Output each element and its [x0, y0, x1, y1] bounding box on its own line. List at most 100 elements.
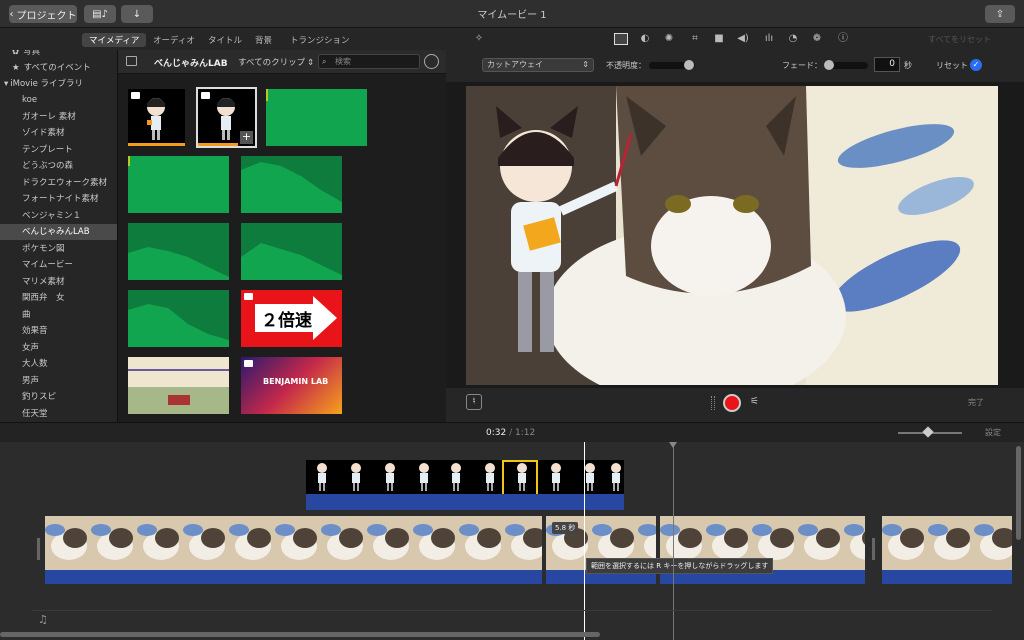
sidebar-item-11[interactable]: マリメ素材: [0, 274, 117, 290]
clip-audio-6[interactable]: [128, 290, 229, 347]
overlay-mode-select[interactable]: カットアウェイ ⇕: [482, 58, 594, 72]
media-tabs: マイメディア オーディオ タイトル 背景 トランジション: [0, 28, 446, 50]
sidebar-item-4[interactable]: どうぶつの森: [0, 158, 117, 174]
share-button[interactable]: ⇪: [985, 5, 1015, 23]
seconds-unit: 秒: [904, 61, 912, 70]
video-preview[interactable]: [466, 86, 998, 385]
crop-icon[interactable]: ⌗: [688, 33, 702, 45]
tab-audio[interactable]: オーディオ: [146, 33, 202, 47]
film-music-icon: ▤♪: [92, 8, 108, 20]
reset-all-button[interactable]: すべてをリセット: [928, 34, 991, 45]
equalizer-icon[interactable]: ılı: [762, 33, 776, 45]
range-select-tooltip: 範囲を選択するには R キーを押しながらドラッグします: [586, 558, 774, 574]
timeline: 5.8 秒 範囲を選択するには R キーを押しながらドラッグします ♫: [0, 442, 1024, 640]
cat-filmstrip: [882, 516, 1012, 570]
sidebar-item-9[interactable]: ポケモン図: [0, 241, 117, 257]
photos-icon: ✿: [12, 50, 20, 57]
clip-audio-1[interactable]: [266, 89, 367, 146]
clip-2x-speed-banner[interactable]: ２倍速: [241, 290, 342, 347]
add-plus-icon[interactable]: +: [240, 131, 253, 144]
magic-wand-icon[interactable]: ✧: [472, 33, 486, 45]
tab-transitions[interactable]: トランジション: [283, 33, 357, 47]
microphone-icon[interactable]: ♮: [466, 394, 482, 410]
media-view-button[interactable]: ▤♪: [84, 5, 116, 23]
fade-seconds-field[interactable]: 0: [874, 57, 900, 72]
opacity-slider-knob[interactable]: [684, 60, 694, 70]
clip-benjamin-lab-logo[interactable]: BENJAMIN LAB: [241, 357, 342, 414]
checkmark-icon[interactable]: ✓: [970, 59, 982, 71]
sidebar-item-1[interactable]: ガオーレ 素材: [0, 109, 117, 125]
tab-titles[interactable]: タイトル: [201, 33, 249, 47]
done-button[interactable]: 完了: [968, 397, 984, 408]
sidebar-item-8[interactable]: べんじゃみんLAB: [0, 224, 117, 240]
zoom-slider[interactable]: [898, 426, 962, 438]
clip-audio-5[interactable]: [241, 223, 342, 280]
sidebar-item-5[interactable]: ドラクエウォーク素材: [0, 175, 117, 191]
import-button[interactable]: ↓: [121, 5, 153, 23]
sidebar-item-14[interactable]: 効果音: [0, 323, 117, 339]
gear-icon[interactable]: [424, 54, 439, 69]
sidebar-item-16[interactable]: 大人数: [0, 356, 117, 372]
cat-video-frame: [466, 86, 998, 385]
music-well[interactable]: ♫: [32, 610, 992, 628]
voiceover-options-icon[interactable]: ⚟: [750, 396, 759, 407]
trim-handle-left[interactable]: [37, 538, 40, 560]
clip-audio-3[interactable]: [241, 156, 342, 213]
tab-my-media[interactable]: マイメディア: [82, 33, 147, 47]
vertical-scrollbar[interactable]: [1016, 446, 1021, 540]
clip-room-background[interactable]: [128, 357, 229, 414]
sidebar-item-18[interactable]: 釣りスピ: [0, 389, 117, 405]
sidebar-item-10[interactable]: マイムービー: [0, 257, 117, 273]
project-back-button[interactable]: ‹ プロジェクト: [9, 5, 77, 23]
sidebar-item-0[interactable]: koe: [0, 92, 117, 108]
sidebar-item-15[interactable]: 女声: [0, 340, 117, 356]
filter-circles-icon[interactable]: ❁: [810, 33, 824, 45]
clip-character-1[interactable]: [128, 89, 185, 146]
overlay-clip-filmstrip[interactable]: [306, 460, 624, 494]
sidebar-item-imovie-library[interactable]: ▾ iMovie ライブラリ: [0, 76, 117, 92]
library-sidebar: ✿ 写真 ★ すべてのイベント ▾ iMovie ライブラリ koe ガオーレ 素材 ゾイ…: [0, 50, 118, 422]
clip-audio-4[interactable]: [128, 223, 229, 280]
zoom-slider-knob[interactable]: [922, 426, 934, 438]
speed-gauge-icon[interactable]: ◔: [786, 33, 800, 45]
used-range-bar: [198, 143, 238, 146]
info-icon[interactable]: ⓘ: [836, 33, 850, 45]
main-clip-4-filmstrip[interactable]: [882, 516, 1012, 570]
sidebar-item-photos[interactable]: ✿ 写真: [0, 50, 117, 60]
clip-character-2[interactable]: +: [196, 87, 257, 148]
opacity-slider[interactable]: [649, 60, 695, 70]
clip-audio-2[interactable]: [128, 156, 229, 213]
sidebar-item-7[interactable]: ベンジャミン１: [0, 208, 117, 224]
sidebar-item-13[interactable]: 曲: [0, 307, 117, 323]
sidebar-item-2[interactable]: ゾイド素材: [0, 125, 117, 141]
horizontal-scrollbar[interactable]: [0, 632, 600, 637]
video-overlay-icon[interactable]: [614, 33, 628, 45]
color-balance-icon[interactable]: ◐: [638, 33, 652, 45]
overlay-clip-audio: [306, 494, 624, 510]
main-clip-1-filmstrip[interactable]: [45, 516, 542, 570]
record-button[interactable]: [723, 394, 741, 412]
total-time: 1:12: [515, 428, 536, 438]
audio-waveform: [128, 223, 229, 277]
sidebar-item-3[interactable]: テンプレート: [0, 142, 117, 158]
sidebar-item-all-events[interactable]: ★ すべてのイベント: [0, 60, 117, 76]
project-button-label: プロジェクト: [16, 10, 77, 22]
audio-waveform: [266, 89, 367, 101]
volume-icon[interactable]: ◀): [736, 33, 750, 45]
search-input[interactable]: ⌕ 検索: [318, 54, 420, 69]
sidebar-item-6[interactable]: フォートナイト素材: [0, 191, 117, 207]
stabilization-camera-icon[interactable]: ■: [712, 33, 726, 45]
clip-filter-select[interactable]: すべてのクリップ ⇕: [238, 56, 314, 68]
sidebar-item-12[interactable]: 関西弁 女: [0, 290, 117, 306]
settings-button[interactable]: 設定: [985, 427, 1001, 438]
fade-slider[interactable]: [824, 60, 868, 70]
sidebar-item-17[interactable]: 男声: [0, 373, 117, 389]
fade-slider-knob[interactable]: [824, 60, 834, 70]
sidebar-toggle-icon[interactable]: [126, 56, 137, 66]
tab-backgrounds[interactable]: 背景: [248, 33, 279, 47]
sidebar-item-19[interactable]: 任天堂: [0, 406, 117, 422]
color-palette-icon[interactable]: ✺: [662, 33, 676, 45]
reset-button[interactable]: リセット: [936, 60, 968, 71]
trim-handle-right[interactable]: [872, 538, 875, 560]
drag-handle[interactable]: [711, 396, 715, 410]
